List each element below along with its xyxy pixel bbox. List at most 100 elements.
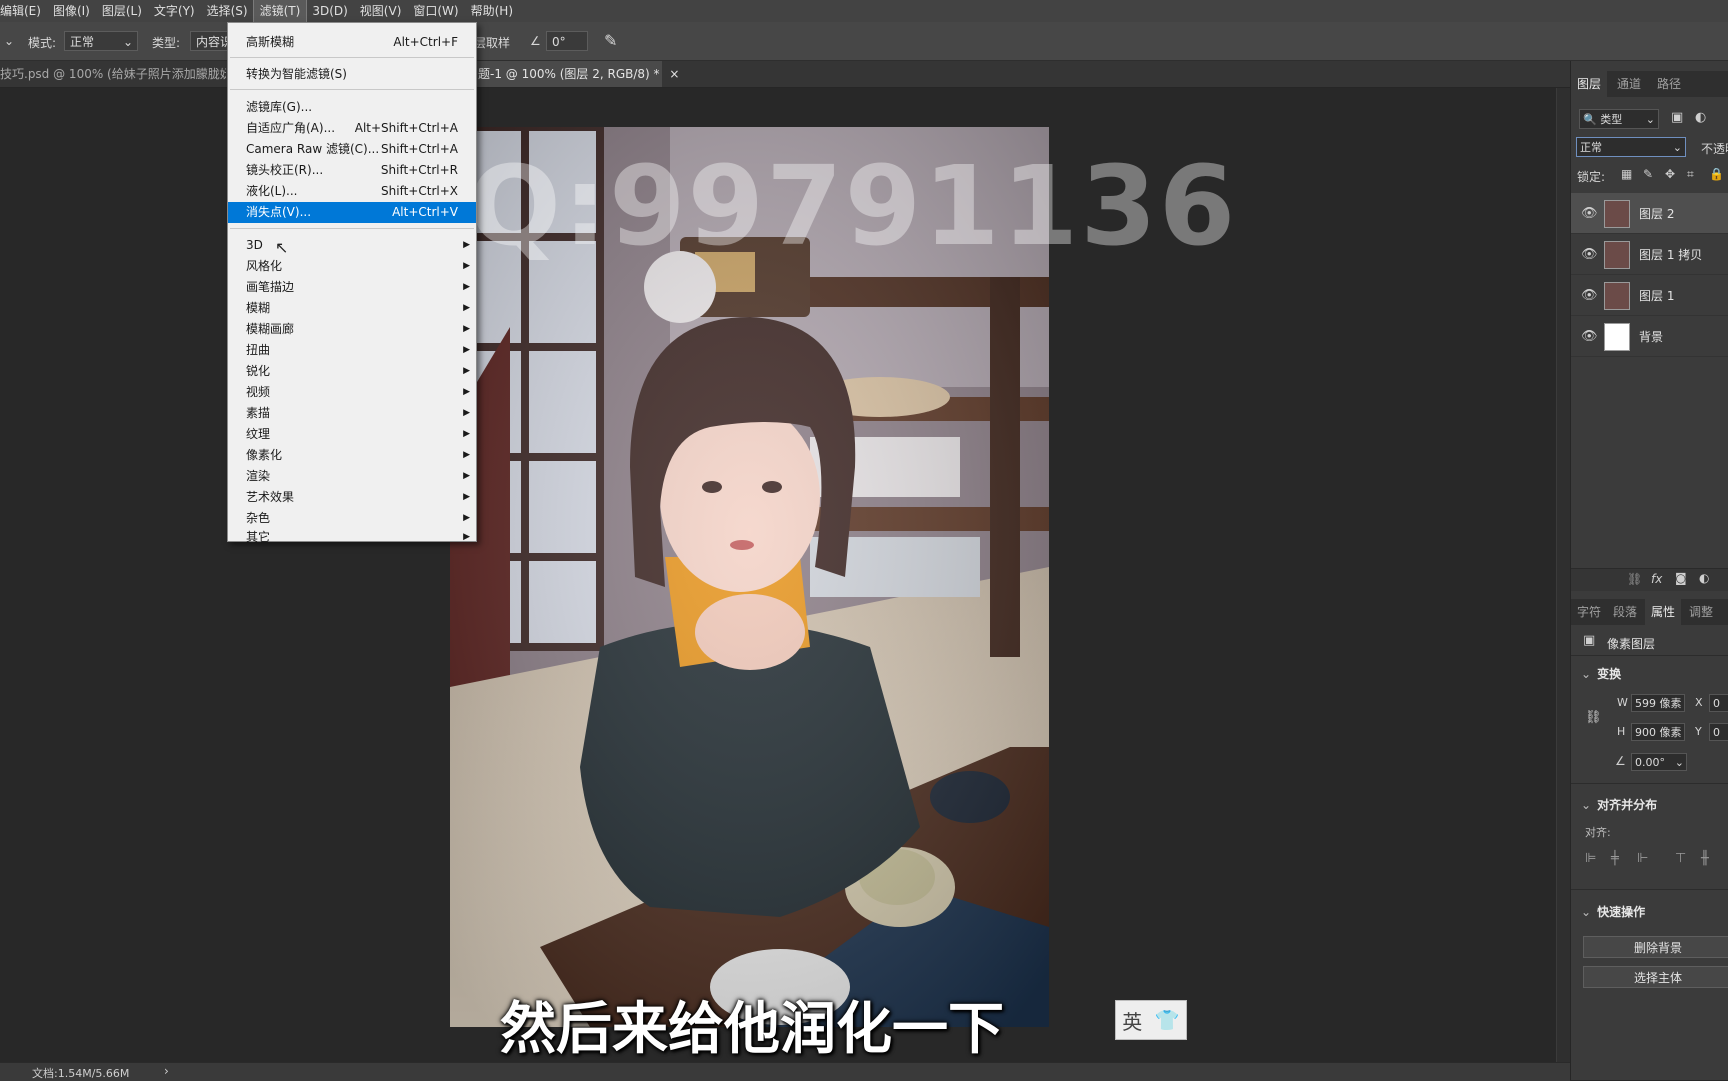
menu-item-label: 素描 (246, 406, 271, 420)
tab-properties[interactable]: 属性 (1645, 599, 1682, 625)
tab-character[interactable]: 字符 (1571, 599, 1607, 625)
tab-channels[interactable]: 通道 (1611, 71, 1647, 97)
eye-icon[interactable]: 👁 (1581, 206, 1598, 221)
submenu-sketch[interactable]: 素描 ▶ (228, 403, 476, 424)
submenu-distort[interactable]: 扭曲 ▶ (228, 340, 476, 361)
submenu-stylize[interactable]: 风格化 ▶ (228, 256, 476, 277)
width-value: 599 像素 (1635, 697, 1682, 710)
ime-toolbar[interactable]: 英 👕 (1115, 1000, 1187, 1040)
tab-document-2[interactable]: 题-1 @ 100% (图层 2, RGB/8) * × (476, 61, 679, 87)
eye-icon[interactable]: 👁 (1581, 247, 1598, 262)
menu-3d[interactable]: 3D(D) (306, 0, 353, 22)
layer-row[interactable]: 👁 图层 2 (1571, 193, 1728, 234)
tab-document-1[interactable]: 技巧.psd @ 100% (给妹子照片添加朦胧妩媚 (0, 61, 226, 87)
eye-icon[interactable]: 👁 (1581, 329, 1598, 344)
submenu-other[interactable]: 其它 ▶ (228, 529, 476, 544)
submenu-artistic[interactable]: 艺术效果 ▶ (228, 487, 476, 508)
transform-section-header[interactable]: ⌄ 变换 (1581, 665, 1621, 682)
menu-help[interactable]: 帮助(H) (465, 0, 519, 22)
tab-adjustments[interactable]: 调整 (1683, 599, 1719, 625)
lock-label: 锁定: (1577, 170, 1606, 184)
menu-item-camera-raw-filter[interactable]: Camera Raw 滤镜(C)... Shift+Ctrl+A (228, 139, 476, 160)
type-select[interactable]: 内容识 (190, 31, 228, 51)
layer-filter-select[interactable]: 🔍 类型 ⌄ (1579, 109, 1659, 129)
shirt-icon[interactable]: 👕 (1155, 1008, 1180, 1032)
align-right-icon[interactable]: ⊩ (1637, 851, 1648, 866)
tab-paths[interactable]: 路径 (1651, 71, 1687, 97)
lock-brush-icon[interactable]: ✎ (1643, 167, 1653, 181)
menu-select[interactable]: 选择(S) (201, 0, 254, 22)
lock-move-icon[interactable]: ✥ (1665, 167, 1675, 181)
align-left-icon[interactable]: ⊫ (1585, 851, 1596, 866)
menu-item-filter-gallery[interactable]: 滤镜库(G)... (228, 97, 476, 118)
width-input[interactable]: 599 像素 (1631, 694, 1685, 712)
align-center-icon[interactable]: ╪ (1611, 851, 1619, 866)
submenu-sharpen[interactable]: 锐化 ▶ (228, 361, 476, 382)
adjustment-layer-icon[interactable]: ◐ (1699, 571, 1709, 585)
remove-background-button[interactable]: 删除背景 (1583, 936, 1728, 958)
link-dimensions-icon[interactable]: ⛓ (1585, 710, 1602, 725)
menu-type[interactable]: 文字(Y) (148, 0, 201, 22)
tool-preset-chevron-icon[interactable]: ⌄ (4, 34, 14, 48)
lock-transparent-icon[interactable]: ▦ (1621, 167, 1632, 181)
submenu-render[interactable]: 渲染 ▶ (228, 466, 476, 487)
layer-thumbnail (1604, 241, 1630, 269)
menu-image[interactable]: 图像(I) (47, 0, 96, 22)
lock-all-icon[interactable]: 🔒 (1709, 167, 1724, 181)
link-layers-icon[interactable]: ⛓ (1627, 572, 1642, 586)
layer-row[interactable]: 👁 图层 1 拷贝 (1571, 234, 1728, 275)
align-top-icon[interactable]: ⊤ (1675, 851, 1686, 866)
blend-mode-select[interactable]: 正常 ⌄ (1576, 137, 1686, 157)
mask-icon[interactable]: ◙ (1675, 571, 1687, 585)
pressure-icon[interactable]: ✎ (604, 31, 617, 50)
lock-artboard-icon[interactable]: ⌗ (1687, 167, 1694, 182)
status-arrow-icon[interactable]: › (164, 1064, 169, 1078)
layer-row[interactable]: 👁 背景 (1571, 316, 1728, 357)
submenu-noise[interactable]: 杂色 ▶ (228, 508, 476, 529)
quick-actions-section-header[interactable]: ⌄ 快速操作 (1581, 903, 1645, 920)
y-input[interactable]: 0 (1709, 723, 1728, 741)
layer-thumbnail (1604, 282, 1630, 310)
canvas-vertical-scrollbar[interactable] (1556, 88, 1571, 1064)
x-input[interactable]: 0 (1709, 694, 1728, 712)
menu-window[interactable]: 窗口(W) (407, 0, 464, 22)
menu-filter[interactable]: 滤镜(T) (252, 0, 308, 23)
image-filter-icon[interactable]: ▣ (1671, 110, 1683, 125)
menu-item-gaussian-blur[interactable]: 高斯模糊 Alt+Ctrl+F (228, 32, 476, 53)
ime-language-toggle[interactable]: 英 (1122, 1006, 1142, 1035)
menu-item-lens-correction[interactable]: 镜头校正(R)... Shift+Ctrl+R (228, 160, 476, 181)
submenu-blur-gallery[interactable]: 模糊画廊 ▶ (228, 319, 476, 340)
mode-select[interactable]: 正常 ⌄ (64, 31, 138, 51)
submenu-texture[interactable]: 纹理 ▶ (228, 424, 476, 445)
menu-item-vanishing-point[interactable]: 消失点(V)... Alt+Ctrl+V (228, 202, 476, 223)
align-label: 对齐: (1585, 826, 1611, 839)
menu-item-adaptive-wide-angle[interactable]: 自适应广角(A)... Alt+Shift+Ctrl+A (228, 118, 476, 139)
submenu-video[interactable]: 视频 ▶ (228, 382, 476, 403)
layer-row[interactable]: 👁 图层 1 (1571, 275, 1728, 316)
tab-paragraph[interactable]: 段落 (1607, 599, 1643, 625)
menu-layer[interactable]: 图层(L) (96, 0, 148, 22)
align-middle-icon[interactable]: ╫ (1701, 851, 1709, 866)
eye-icon[interactable]: 👁 (1581, 288, 1598, 303)
menu-view[interactable]: 视图(V) (354, 0, 408, 22)
submenu-blur[interactable]: 模糊 ▶ (228, 298, 476, 319)
submenu-3d[interactable]: 3D ▶ (228, 235, 476, 256)
fx-icon[interactable]: fx (1651, 572, 1662, 586)
adjustment-filter-icon[interactable]: ◐ (1695, 110, 1706, 125)
align-section-header[interactable]: ⌄ 对齐并分布 (1581, 796, 1657, 813)
menu-item-liquify[interactable]: 液化(L)... Shift+Ctrl+X (228, 181, 476, 202)
submenu-pixelate[interactable]: 像素化 ▶ (228, 445, 476, 466)
menu-edit[interactable]: 编辑(E) (0, 0, 47, 22)
menu-item-label: 像素化 (246, 448, 283, 462)
submenu-arrow-icon: ▶ (463, 532, 470, 542)
angle-input[interactable]: 0° (546, 31, 588, 51)
sample-all-layers-label[interactable]: 层取样 (474, 34, 510, 51)
height-input[interactable]: 900 像素 (1631, 723, 1685, 741)
menu-item-convert-smart-filter[interactable]: 转换为智能滤镜(S) (228, 64, 476, 85)
close-icon[interactable]: × (669, 67, 679, 81)
submenu-brush-strokes[interactable]: 画笔描边 ▶ (228, 277, 476, 298)
select-subject-button[interactable]: 选择主体 (1583, 966, 1728, 988)
tab-layers[interactable]: 图层 (1571, 71, 1608, 97)
rotation-input[interactable]: 0.00° ⌄ (1631, 753, 1687, 771)
menu-item-shortcut: Alt+Shift+Ctrl+A (354, 121, 458, 135)
